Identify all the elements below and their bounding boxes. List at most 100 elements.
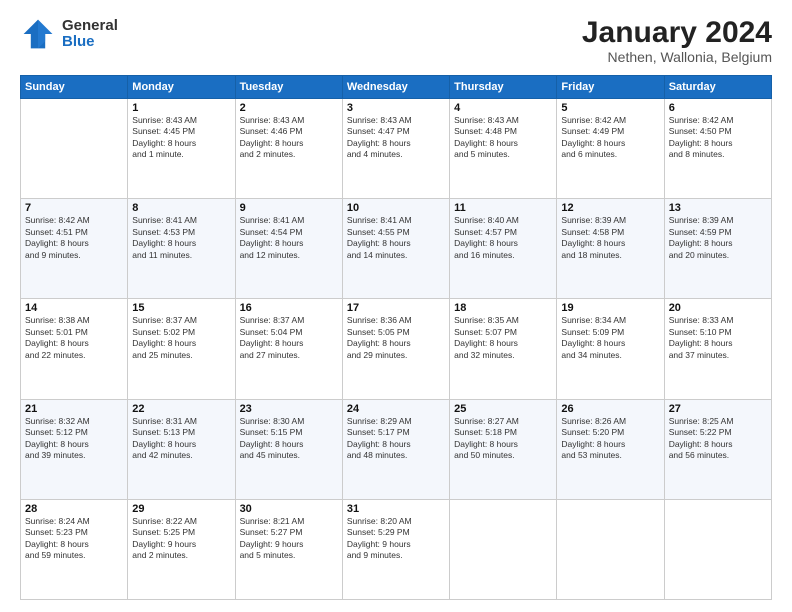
day-info: Sunrise: 8:43 AM Sunset: 4:46 PM Dayligh…	[240, 115, 338, 161]
day-number: 27	[669, 403, 767, 415]
calendar-cell: 4Sunrise: 8:43 AM Sunset: 4:48 PM Daylig…	[450, 99, 557, 199]
calendar-cell: 20Sunrise: 8:33 AM Sunset: 5:10 PM Dayli…	[664, 299, 771, 399]
day-info: Sunrise: 8:42 AM Sunset: 4:51 PM Dayligh…	[25, 215, 123, 261]
calendar-cell: 11Sunrise: 8:40 AM Sunset: 4:57 PM Dayli…	[450, 199, 557, 299]
day-number: 23	[240, 403, 338, 415]
day-info: Sunrise: 8:25 AM Sunset: 5:22 PM Dayligh…	[669, 416, 767, 462]
day-info: Sunrise: 8:40 AM Sunset: 4:57 PM Dayligh…	[454, 215, 552, 261]
calendar-week-row: 7Sunrise: 8:42 AM Sunset: 4:51 PM Daylig…	[21, 199, 772, 299]
col-header-thursday: Thursday	[450, 76, 557, 99]
day-info: Sunrise: 8:22 AM Sunset: 5:25 PM Dayligh…	[132, 516, 230, 562]
calendar-cell: 28Sunrise: 8:24 AM Sunset: 5:23 PM Dayli…	[21, 499, 128, 599]
day-info: Sunrise: 8:33 AM Sunset: 5:10 PM Dayligh…	[669, 315, 767, 361]
logo-blue-text: Blue	[62, 34, 118, 51]
calendar-week-row: 14Sunrise: 8:38 AM Sunset: 5:01 PM Dayli…	[21, 299, 772, 399]
day-number: 18	[454, 302, 552, 314]
main-title: January 2024	[582, 16, 772, 49]
calendar-cell: 8Sunrise: 8:41 AM Sunset: 4:53 PM Daylig…	[128, 199, 235, 299]
day-number: 21	[25, 403, 123, 415]
day-info: Sunrise: 8:38 AM Sunset: 5:01 PM Dayligh…	[25, 315, 123, 361]
calendar-cell: 27Sunrise: 8:25 AM Sunset: 5:22 PM Dayli…	[664, 399, 771, 499]
calendar-cell: 6Sunrise: 8:42 AM Sunset: 4:50 PM Daylig…	[664, 99, 771, 199]
subtitle: Nethen, Wallonia, Belgium	[582, 49, 772, 65]
calendar-cell: 31Sunrise: 8:20 AM Sunset: 5:29 PM Dayli…	[342, 499, 449, 599]
calendar-cell: 16Sunrise: 8:37 AM Sunset: 5:04 PM Dayli…	[235, 299, 342, 399]
day-info: Sunrise: 8:27 AM Sunset: 5:18 PM Dayligh…	[454, 416, 552, 462]
day-info: Sunrise: 8:30 AM Sunset: 5:15 PM Dayligh…	[240, 416, 338, 462]
day-number: 2	[240, 102, 338, 114]
day-number: 10	[347, 202, 445, 214]
day-number: 13	[669, 202, 767, 214]
col-header-saturday: Saturday	[664, 76, 771, 99]
calendar-cell	[21, 99, 128, 199]
calendar-cell: 9Sunrise: 8:41 AM Sunset: 4:54 PM Daylig…	[235, 199, 342, 299]
calendar-cell: 7Sunrise: 8:42 AM Sunset: 4:51 PM Daylig…	[21, 199, 128, 299]
day-info: Sunrise: 8:43 AM Sunset: 4:45 PM Dayligh…	[132, 115, 230, 161]
day-info: Sunrise: 8:39 AM Sunset: 4:58 PM Dayligh…	[561, 215, 659, 261]
day-number: 30	[240, 503, 338, 515]
calendar-cell: 2Sunrise: 8:43 AM Sunset: 4:46 PM Daylig…	[235, 99, 342, 199]
day-number: 19	[561, 302, 659, 314]
day-number: 20	[669, 302, 767, 314]
day-number: 3	[347, 102, 445, 114]
day-info: Sunrise: 8:26 AM Sunset: 5:20 PM Dayligh…	[561, 416, 659, 462]
day-info: Sunrise: 8:21 AM Sunset: 5:27 PM Dayligh…	[240, 516, 338, 562]
day-number: 25	[454, 403, 552, 415]
calendar-week-row: 21Sunrise: 8:32 AM Sunset: 5:12 PM Dayli…	[21, 399, 772, 499]
logo-general-text: General	[62, 18, 118, 35]
calendar-cell: 29Sunrise: 8:22 AM Sunset: 5:25 PM Dayli…	[128, 499, 235, 599]
day-info: Sunrise: 8:42 AM Sunset: 4:50 PM Dayligh…	[669, 115, 767, 161]
day-number: 9	[240, 202, 338, 214]
calendar-cell: 18Sunrise: 8:35 AM Sunset: 5:07 PM Dayli…	[450, 299, 557, 399]
day-info: Sunrise: 8:31 AM Sunset: 5:13 PM Dayligh…	[132, 416, 230, 462]
day-number: 5	[561, 102, 659, 114]
day-number: 15	[132, 302, 230, 314]
calendar-cell: 23Sunrise: 8:30 AM Sunset: 5:15 PM Dayli…	[235, 399, 342, 499]
col-header-friday: Friday	[557, 76, 664, 99]
calendar-cell: 5Sunrise: 8:42 AM Sunset: 4:49 PM Daylig…	[557, 99, 664, 199]
day-info: Sunrise: 8:37 AM Sunset: 5:04 PM Dayligh…	[240, 315, 338, 361]
logo-text: General Blue	[62, 18, 118, 51]
calendar-cell: 13Sunrise: 8:39 AM Sunset: 4:59 PM Dayli…	[664, 199, 771, 299]
day-number: 6	[669, 102, 767, 114]
calendar-cell: 12Sunrise: 8:39 AM Sunset: 4:58 PM Dayli…	[557, 199, 664, 299]
calendar-cell: 17Sunrise: 8:36 AM Sunset: 5:05 PM Dayli…	[342, 299, 449, 399]
calendar-week-row: 1Sunrise: 8:43 AM Sunset: 4:45 PM Daylig…	[21, 99, 772, 199]
day-info: Sunrise: 8:43 AM Sunset: 4:47 PM Dayligh…	[347, 115, 445, 161]
calendar-cell: 10Sunrise: 8:41 AM Sunset: 4:55 PM Dayli…	[342, 199, 449, 299]
calendar-cell: 14Sunrise: 8:38 AM Sunset: 5:01 PM Dayli…	[21, 299, 128, 399]
calendar-cell	[557, 499, 664, 599]
day-number: 1	[132, 102, 230, 114]
calendar-cell: 24Sunrise: 8:29 AM Sunset: 5:17 PM Dayli…	[342, 399, 449, 499]
calendar-cell: 3Sunrise: 8:43 AM Sunset: 4:47 PM Daylig…	[342, 99, 449, 199]
day-number: 16	[240, 302, 338, 314]
day-number: 22	[132, 403, 230, 415]
logo-icon	[20, 16, 56, 52]
col-header-wednesday: Wednesday	[342, 76, 449, 99]
calendar-cell: 21Sunrise: 8:32 AM Sunset: 5:12 PM Dayli…	[21, 399, 128, 499]
calendar-cell: 26Sunrise: 8:26 AM Sunset: 5:20 PM Dayli…	[557, 399, 664, 499]
calendar-cell: 30Sunrise: 8:21 AM Sunset: 5:27 PM Dayli…	[235, 499, 342, 599]
logo: General Blue	[20, 16, 118, 52]
day-number: 17	[347, 302, 445, 314]
header: General Blue January 2024 Nethen, Wallon…	[20, 16, 772, 65]
calendar-cell: 19Sunrise: 8:34 AM Sunset: 5:09 PM Dayli…	[557, 299, 664, 399]
day-number: 26	[561, 403, 659, 415]
day-number: 24	[347, 403, 445, 415]
day-number: 7	[25, 202, 123, 214]
day-info: Sunrise: 8:41 AM Sunset: 4:55 PM Dayligh…	[347, 215, 445, 261]
day-number: 14	[25, 302, 123, 314]
day-info: Sunrise: 8:29 AM Sunset: 5:17 PM Dayligh…	[347, 416, 445, 462]
calendar-cell: 15Sunrise: 8:37 AM Sunset: 5:02 PM Dayli…	[128, 299, 235, 399]
day-number: 4	[454, 102, 552, 114]
day-info: Sunrise: 8:37 AM Sunset: 5:02 PM Dayligh…	[132, 315, 230, 361]
col-header-sunday: Sunday	[21, 76, 128, 99]
calendar-cell: 22Sunrise: 8:31 AM Sunset: 5:13 PM Dayli…	[128, 399, 235, 499]
day-info: Sunrise: 8:24 AM Sunset: 5:23 PM Dayligh…	[25, 516, 123, 562]
day-info: Sunrise: 8:39 AM Sunset: 4:59 PM Dayligh…	[669, 215, 767, 261]
calendar-cell	[450, 499, 557, 599]
day-number: 31	[347, 503, 445, 515]
day-number: 11	[454, 202, 552, 214]
day-info: Sunrise: 8:41 AM Sunset: 4:53 PM Dayligh…	[132, 215, 230, 261]
day-info: Sunrise: 8:41 AM Sunset: 4:54 PM Dayligh…	[240, 215, 338, 261]
